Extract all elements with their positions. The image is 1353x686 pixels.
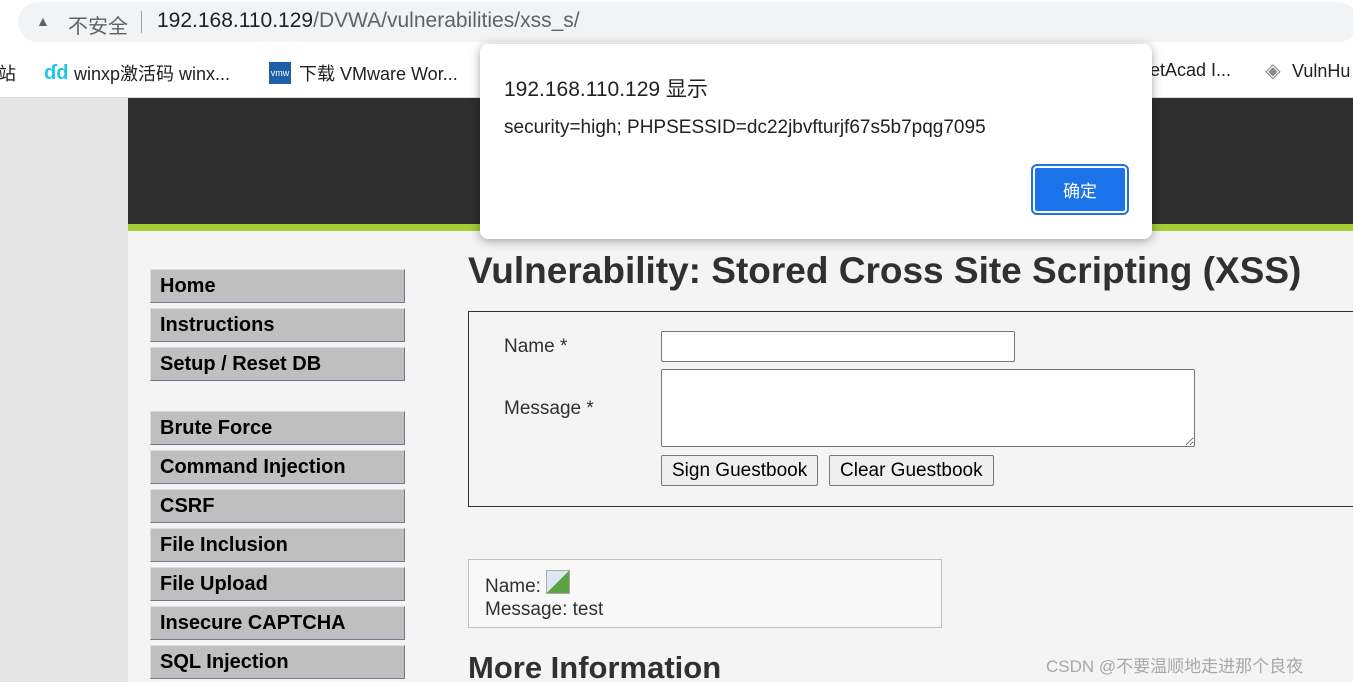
ok-button[interactable]: 确定 (1031, 164, 1129, 215)
name-input[interactable] (661, 331, 1015, 362)
separator (141, 11, 142, 33)
dialog-title: 192.168.110.129 显示 (504, 78, 708, 101)
bookmark-label: 下载 VMware Wor... (299, 64, 458, 84)
entry-name-label: Name: (485, 576, 541, 597)
security-label[interactable]: 不安全 (68, 10, 128, 39)
bookmark-site[interactable]: 站 (0, 60, 16, 86)
vulnhub-icon: ◈ (1265, 60, 1281, 82)
bookmark-netacad[interactable]: etAcad I... (1150, 60, 1231, 81)
vmw-icon: vmw (269, 62, 291, 84)
sidebar-item-home[interactable]: Home (150, 269, 405, 303)
bookmark-label: VulnHu (1292, 60, 1351, 81)
more-information-heading: More Information (468, 650, 722, 685)
watermark: CSDN @不要温顺地走进那个良夜 (1046, 657, 1304, 676)
guestbook-entry: Name: Message: test (468, 559, 942, 628)
dialog-message: security=high; PHPSESSID=dc22jbvfturjf67… (504, 117, 986, 138)
page-title: Vulnerability: Stored Cross Site Scripti… (468, 250, 1302, 291)
sidebar-item-setup[interactable]: Setup / Reset DB (150, 347, 405, 381)
sidebar-item-instructions[interactable]: Instructions (150, 308, 405, 342)
bookmark-vulnhub[interactable]: ◈ VulnHu (1262, 60, 1350, 82)
sidebar-item-file-inclusion[interactable]: File Inclusion (150, 528, 405, 562)
alert-dialog: 192.168.110.129 显示 security=high; PHPSES… (480, 44, 1152, 239)
warning-icon[interactable]: ▲ (36, 13, 50, 29)
sidebar-item-brute-force[interactable]: Brute Force (150, 411, 405, 445)
url-host: 192.168.110.129 (157, 9, 314, 32)
sidebar-item-file-upload[interactable]: File Upload (150, 567, 405, 601)
sign-guestbook-button[interactable]: Sign Guestbook (661, 455, 819, 486)
bookmark-label: winxp激活码 winx... (74, 64, 231, 84)
entry-message: Message: test (485, 599, 604, 620)
bookmark-label: 站 (0, 64, 16, 84)
name-label: Name * (504, 336, 568, 357)
sidebar-item-csrf[interactable]: CSRF (150, 489, 405, 523)
message-label: Message * (504, 398, 594, 419)
url-path: /DVWA/vulnerabilities/xss_s/ (313, 9, 580, 32)
dd-icon: ɗd (44, 62, 69, 84)
sidebar-item-insecure-captcha[interactable]: Insecure CAPTCHA (150, 606, 405, 640)
bookmark-vmware[interactable]: vmw 下载 VMware Wor... (269, 60, 458, 86)
sidebar-item-sql-injection[interactable]: SQL Injection (150, 645, 405, 679)
bookmark-label: etAcad I... (1150, 60, 1232, 80)
broken-image-icon (546, 570, 571, 594)
sidebar-item-command-injection[interactable]: Command Injection (150, 450, 405, 484)
url-text[interactable]: 192.168.110.129/DVWA/vulnerabilities/xss… (157, 9, 580, 33)
clear-guestbook-button[interactable]: Clear Guestbook (829, 455, 994, 486)
bookmark-winxp[interactable]: ɗd winxp激活码 winx... (44, 60, 230, 86)
address-bar-area: ▲ 不安全 192.168.110.129/DVWA/vulnerabiliti… (0, 0, 1353, 44)
guestbook-form: Name * Message * Sign Guestbook Clear Gu… (468, 311, 1353, 507)
message-textarea[interactable] (661, 369, 1195, 447)
